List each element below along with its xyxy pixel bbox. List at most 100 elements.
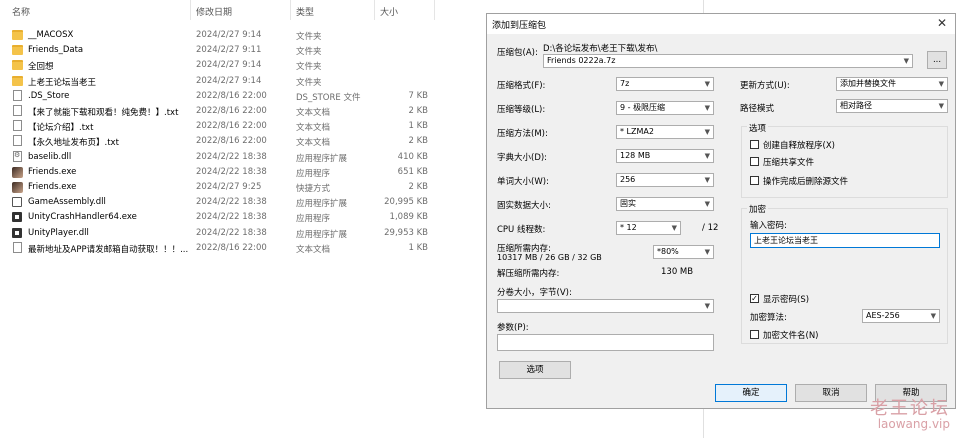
column-divider[interactable] <box>290 0 291 20</box>
chevron-down-icon: ▼ <box>704 248 710 256</box>
column-header-name[interactable]: 名称 <box>12 5 30 18</box>
file-date: 2024/2/27 9:14 <box>196 75 262 86</box>
game-icon <box>12 197 22 208</box>
file-name: 【来了就能下载和观看！纯免费！】.txt <box>28 108 179 118</box>
column-divider[interactable] <box>434 0 435 20</box>
params-input[interactable] <box>497 334 714 351</box>
method-value: * LZMA2 <box>620 127 654 136</box>
file-name: Friends.exe <box>28 182 77 192</box>
file-type: 应用程序 <box>296 214 331 225</box>
method-select[interactable]: * LZMA2 ▼ <box>616 125 714 139</box>
archive-path: D:\各论坛发布\老王下载\发布\ <box>543 44 658 54</box>
file-type: 应用程序扩展 <box>296 153 348 164</box>
format-label: 压缩格式(F): <box>497 81 546 91</box>
decompress-mem-label: 解压缩所需内存: <box>497 269 560 279</box>
file-type: 文本文档 <box>296 138 331 149</box>
level-select[interactable]: 9 - 极限压缩 ▼ <box>616 101 714 115</box>
file-icon <box>13 120 22 132</box>
password-input[interactable]: 上老王论坛当老王 <box>750 233 940 248</box>
format-select[interactable]: 7z ▼ <box>616 77 714 91</box>
encrypt-names-label: 加密文件名(N) <box>763 331 819 341</box>
file-date: 2024/2/27 9:14 <box>196 60 262 71</box>
file-size: 2 KB <box>408 106 428 116</box>
file-name: Friends.exe <box>28 166 77 177</box>
threads-max: / 12 <box>702 223 719 233</box>
sfx-checkbox[interactable] <box>750 140 759 149</box>
dict-select[interactable]: 128 MB ▼ <box>616 149 714 163</box>
update-mode-value: 添加并替换文件 <box>840 79 896 88</box>
split-size-combo[interactable]: ▼ <box>497 299 714 313</box>
file-date: 2024/2/27 9:11 <box>196 45 262 56</box>
file-icon <box>13 241 22 253</box>
archive-name-value: Friends 0222a.7z <box>547 56 616 65</box>
file-date: 2022/8/16 22:00 <box>196 121 267 132</box>
shared-files-checkbox[interactable] <box>750 157 759 166</box>
file-name: Friends_Data <box>28 45 84 56</box>
file-type: 应用程序 <box>296 168 331 179</box>
threads-value: * 12 <box>620 223 637 232</box>
file-icon <box>13 89 22 101</box>
chevron-down-icon: ▼ <box>704 128 710 136</box>
solid-value: 固实 <box>620 199 636 208</box>
file-date: 2024/2/22 18:38 <box>196 197 267 208</box>
path-mode-value: 相对路径 <box>840 101 872 110</box>
chevron-down-icon: ▼ <box>938 102 944 110</box>
exe-icon <box>12 166 23 178</box>
chevron-down-icon: ▼ <box>704 80 710 88</box>
chevron-down-icon: ▼ <box>704 302 710 310</box>
shared-files-label: 压缩共享文件 <box>763 158 815 168</box>
file-type: 文本文档 <box>296 108 331 118</box>
encryption-group-title: 加密 <box>747 203 769 215</box>
file-date: 2024/2/22 18:38 <box>196 212 267 223</box>
file-icon <box>13 105 22 116</box>
file-type: DS_STORE 文件 <box>296 92 361 103</box>
column-divider[interactable] <box>374 0 375 20</box>
encryption-method-select[interactable]: AES-256 ▼ <box>862 309 940 323</box>
file-date: 2022/8/16 22:00 <box>196 136 267 147</box>
solid-select[interactable]: 固实 ▼ <box>616 197 714 211</box>
file-name: 全回想 <box>28 62 54 73</box>
close-icon[interactable]: ✕ <box>937 16 947 30</box>
file-date: 2024/2/22 18:38 <box>196 151 267 162</box>
show-password-checkbox[interactable]: ✓ <box>750 294 759 303</box>
file-name: UnityPlayer.dll <box>28 227 89 238</box>
path-mode-label: 路径模式 <box>740 104 775 114</box>
show-password-label: 显示密码(S) <box>763 295 810 305</box>
file-size: 1,089 KB <box>389 212 428 223</box>
chevron-down-icon: ▼ <box>671 224 677 232</box>
mem-percent-value: *80% <box>657 247 679 256</box>
file-type: 快捷方式 <box>296 184 331 194</box>
dll-icon <box>13 150 22 162</box>
column-header-date[interactable]: 修改日期 <box>196 5 232 18</box>
browse-button[interactable]: ... <box>927 51 947 69</box>
options-button[interactable]: 选项 <box>499 361 571 379</box>
word-select[interactable]: 256 ▼ <box>616 173 714 187</box>
column-divider[interactable] <box>190 0 191 20</box>
level-label: 压缩等级(L): <box>497 105 546 115</box>
encrypt-names-checkbox[interactable] <box>750 330 759 339</box>
file-size: 410 KB <box>397 151 428 162</box>
threads-select[interactable]: * 12 ▼ <box>616 221 681 235</box>
column-header-size[interactable]: 大小 <box>380 5 398 18</box>
update-mode-select[interactable]: 添加并替换文件 ▼ <box>836 77 948 91</box>
file-date: 2024/2/27 9:14 <box>196 30 262 40</box>
delete-after-label: 操作完成后删除源文件 <box>763 177 849 187</box>
archive-name-combo[interactable]: Friends 0222a.7z ▼ <box>543 54 913 68</box>
file-size: 2 KB <box>408 182 428 192</box>
file-date: 2022/8/16 22:00 <box>196 106 267 116</box>
file-name: 最新地址及APP请发邮箱自动获取！！！... <box>28 244 189 255</box>
folder-icon <box>12 60 23 71</box>
mem-percent-select[interactable]: *80% ▼ <box>653 245 714 259</box>
path-mode-select[interactable]: 相对路径 ▼ <box>836 99 948 113</box>
solid-label: 固实数据大小: <box>497 201 551 211</box>
dialog-titlebar: 添加到压缩包 ✕ <box>487 14 955 34</box>
delete-after-checkbox[interactable] <box>750 176 759 185</box>
column-header-type[interactable]: 类型 <box>296 5 314 18</box>
folder-icon <box>12 30 23 40</box>
file-date: 2024/2/22 18:38 <box>196 227 267 238</box>
file-name: 【论坛介绍】.txt <box>28 123 94 134</box>
cancel-button[interactable]: 取消 <box>795 384 867 402</box>
file-size: 7 KB <box>408 90 428 101</box>
ok-button[interactable]: 确定 <box>715 384 787 402</box>
add-to-archive-dialog: 添加到压缩包 ✕ 压缩包(A): D:\各论坛发布\老王下载\发布\ Frien… <box>486 13 956 409</box>
